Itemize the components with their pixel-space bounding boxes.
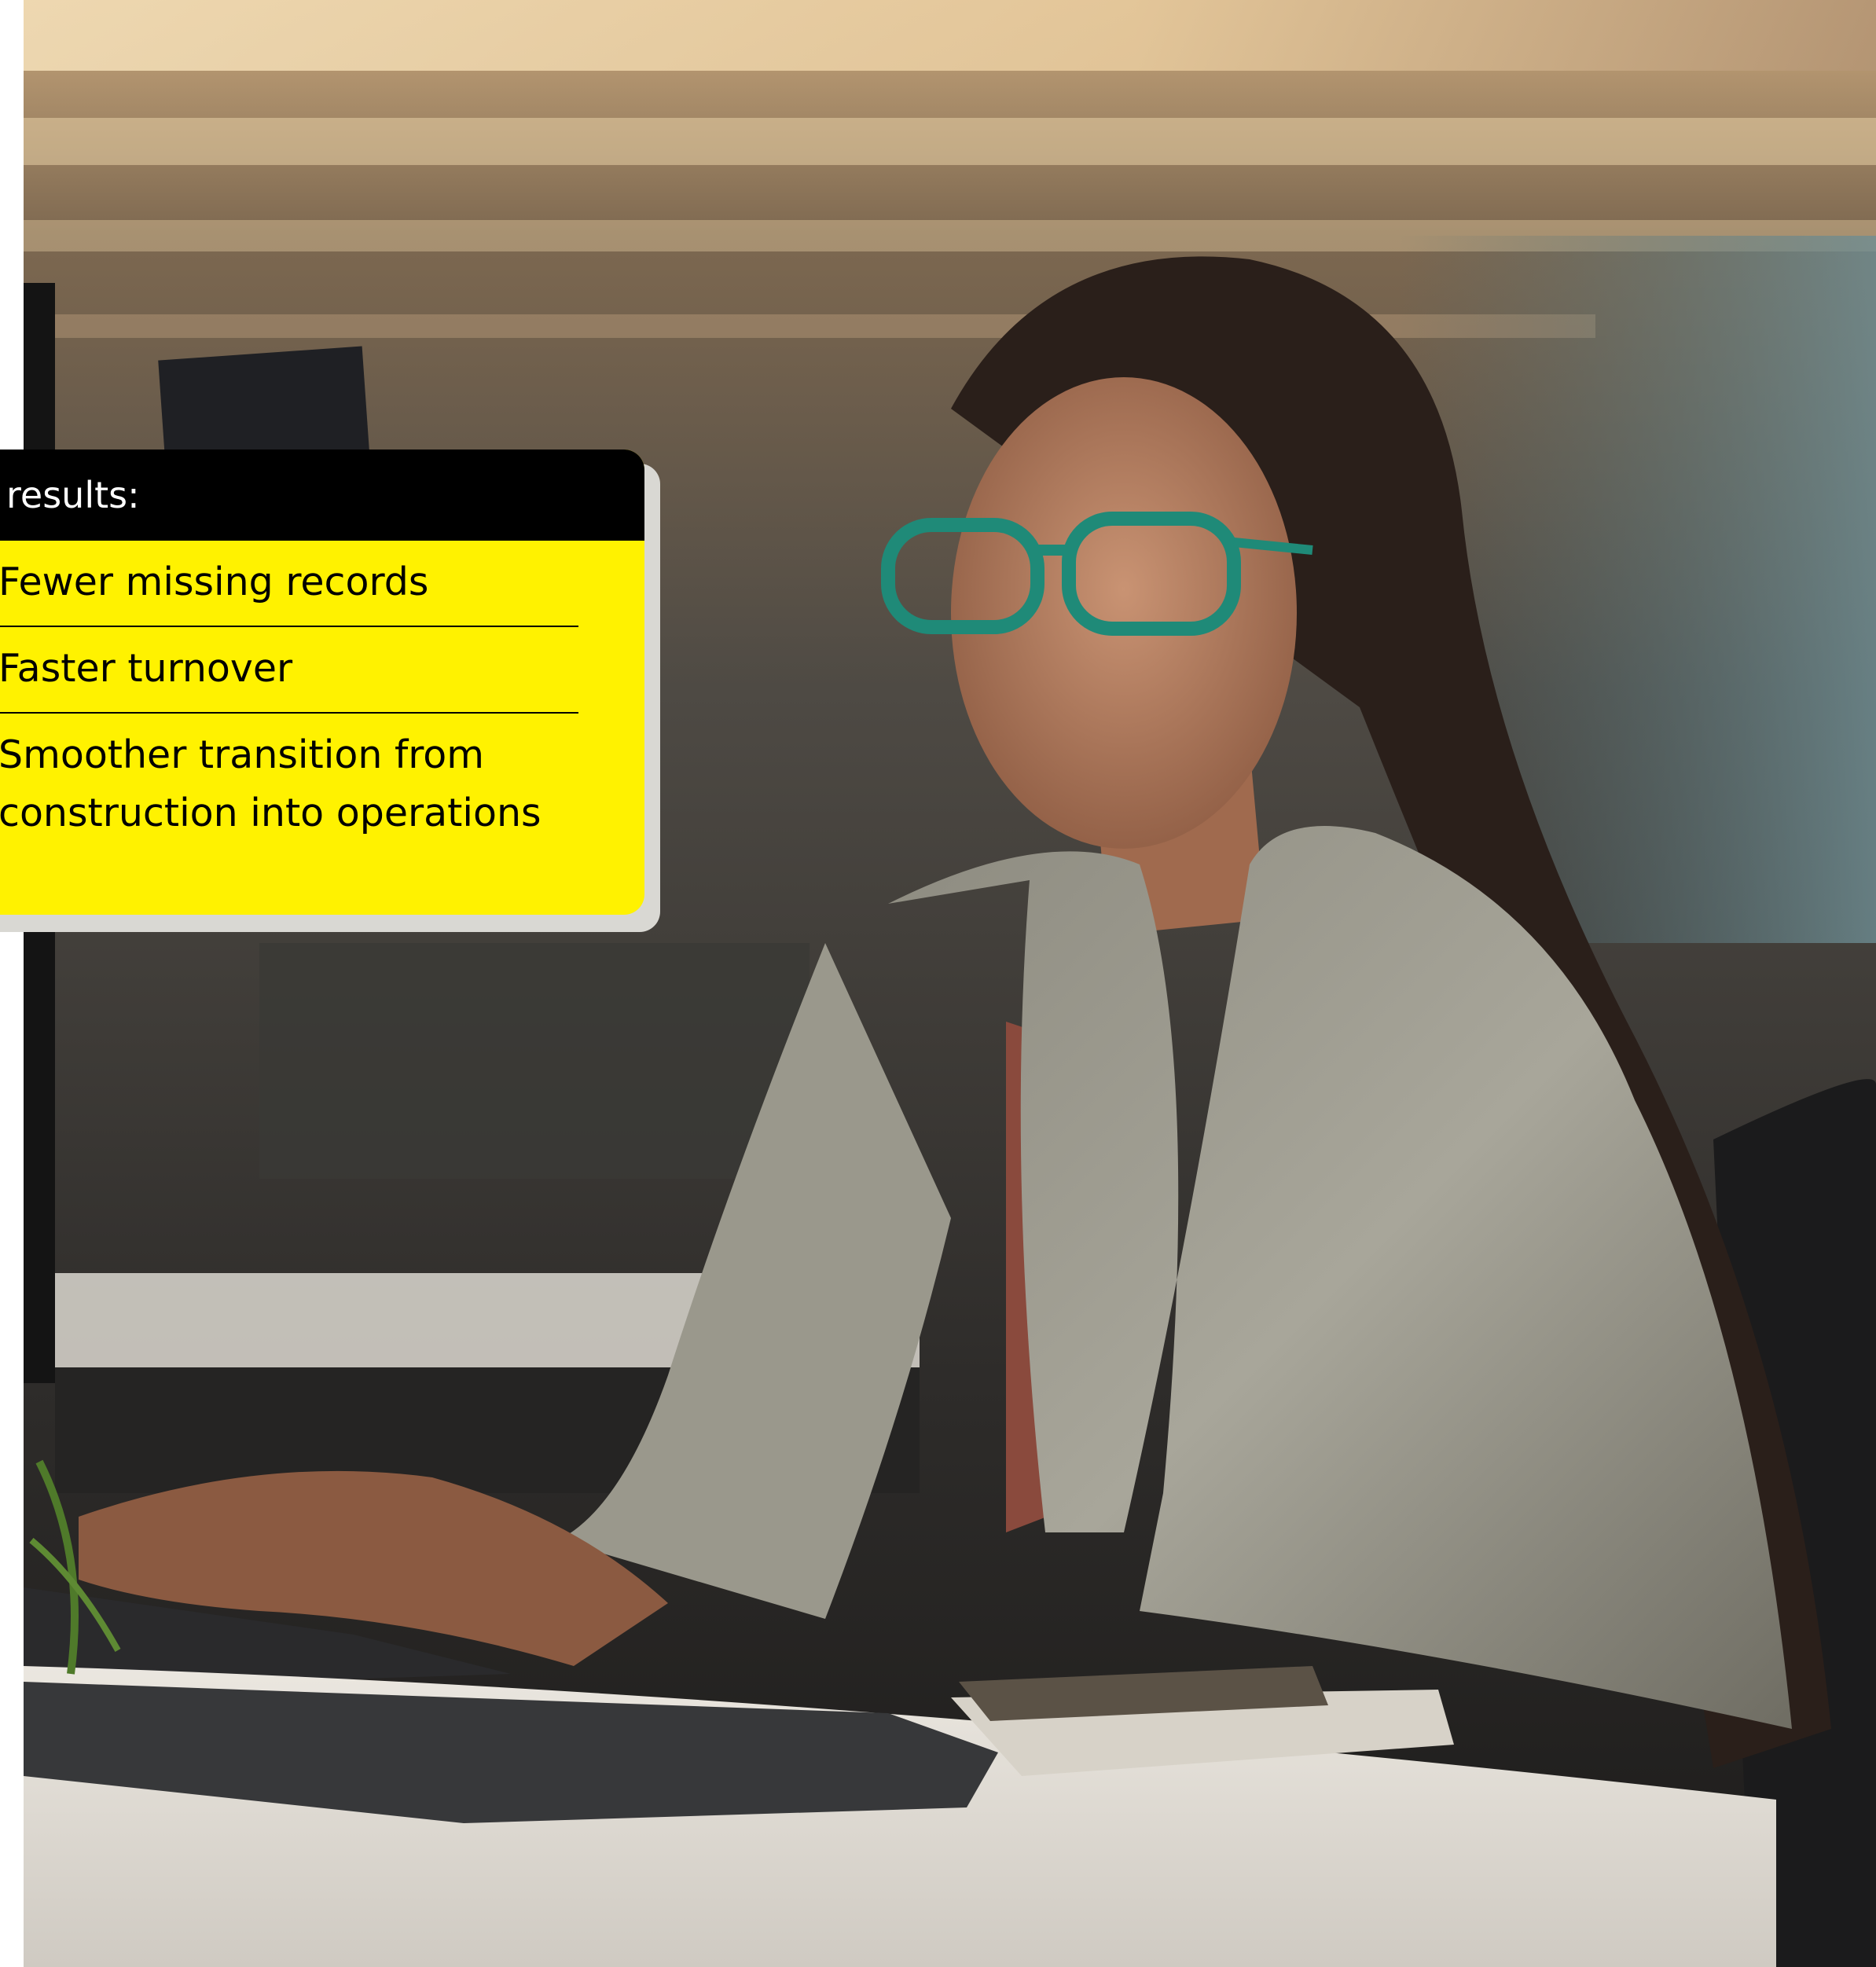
office-worker-photo bbox=[24, 0, 1876, 1967]
results-list: Fewer missing records Faster turnover Sm… bbox=[0, 541, 644, 857]
list-item: Faster turnover bbox=[0, 627, 578, 714]
results-card-header: results: bbox=[0, 450, 644, 541]
results-card: results: Fewer missing records Faster tu… bbox=[0, 450, 644, 915]
hero-photo bbox=[24, 0, 1876, 1967]
list-item: Smoother transition from construction in… bbox=[0, 732, 542, 835]
list-item: Fewer missing records bbox=[0, 541, 578, 627]
